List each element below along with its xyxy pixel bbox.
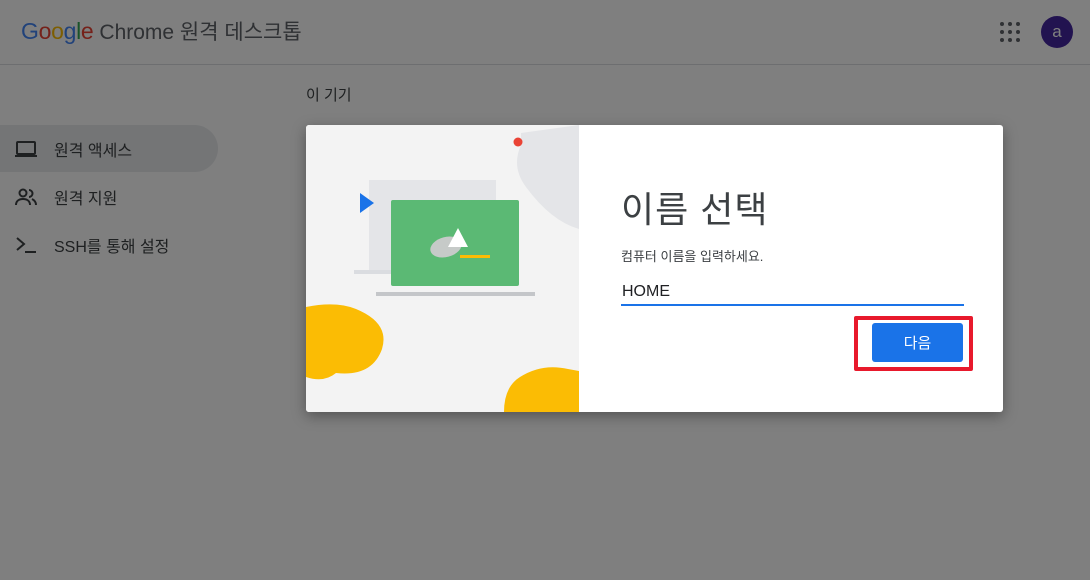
computer-name-input[interactable] bbox=[621, 280, 964, 306]
dialog-description: 컴퓨터 이름을 입력하세요. bbox=[621, 249, 764, 264]
dialog-illustration bbox=[306, 125, 579, 412]
dialog-title: 이름 선택 bbox=[621, 189, 769, 230]
next-button[interactable]: 다음 bbox=[872, 323, 963, 362]
choose-name-dialog: 이름 선택 컴퓨터 이름을 입력하세요. 다음 bbox=[306, 125, 1003, 412]
